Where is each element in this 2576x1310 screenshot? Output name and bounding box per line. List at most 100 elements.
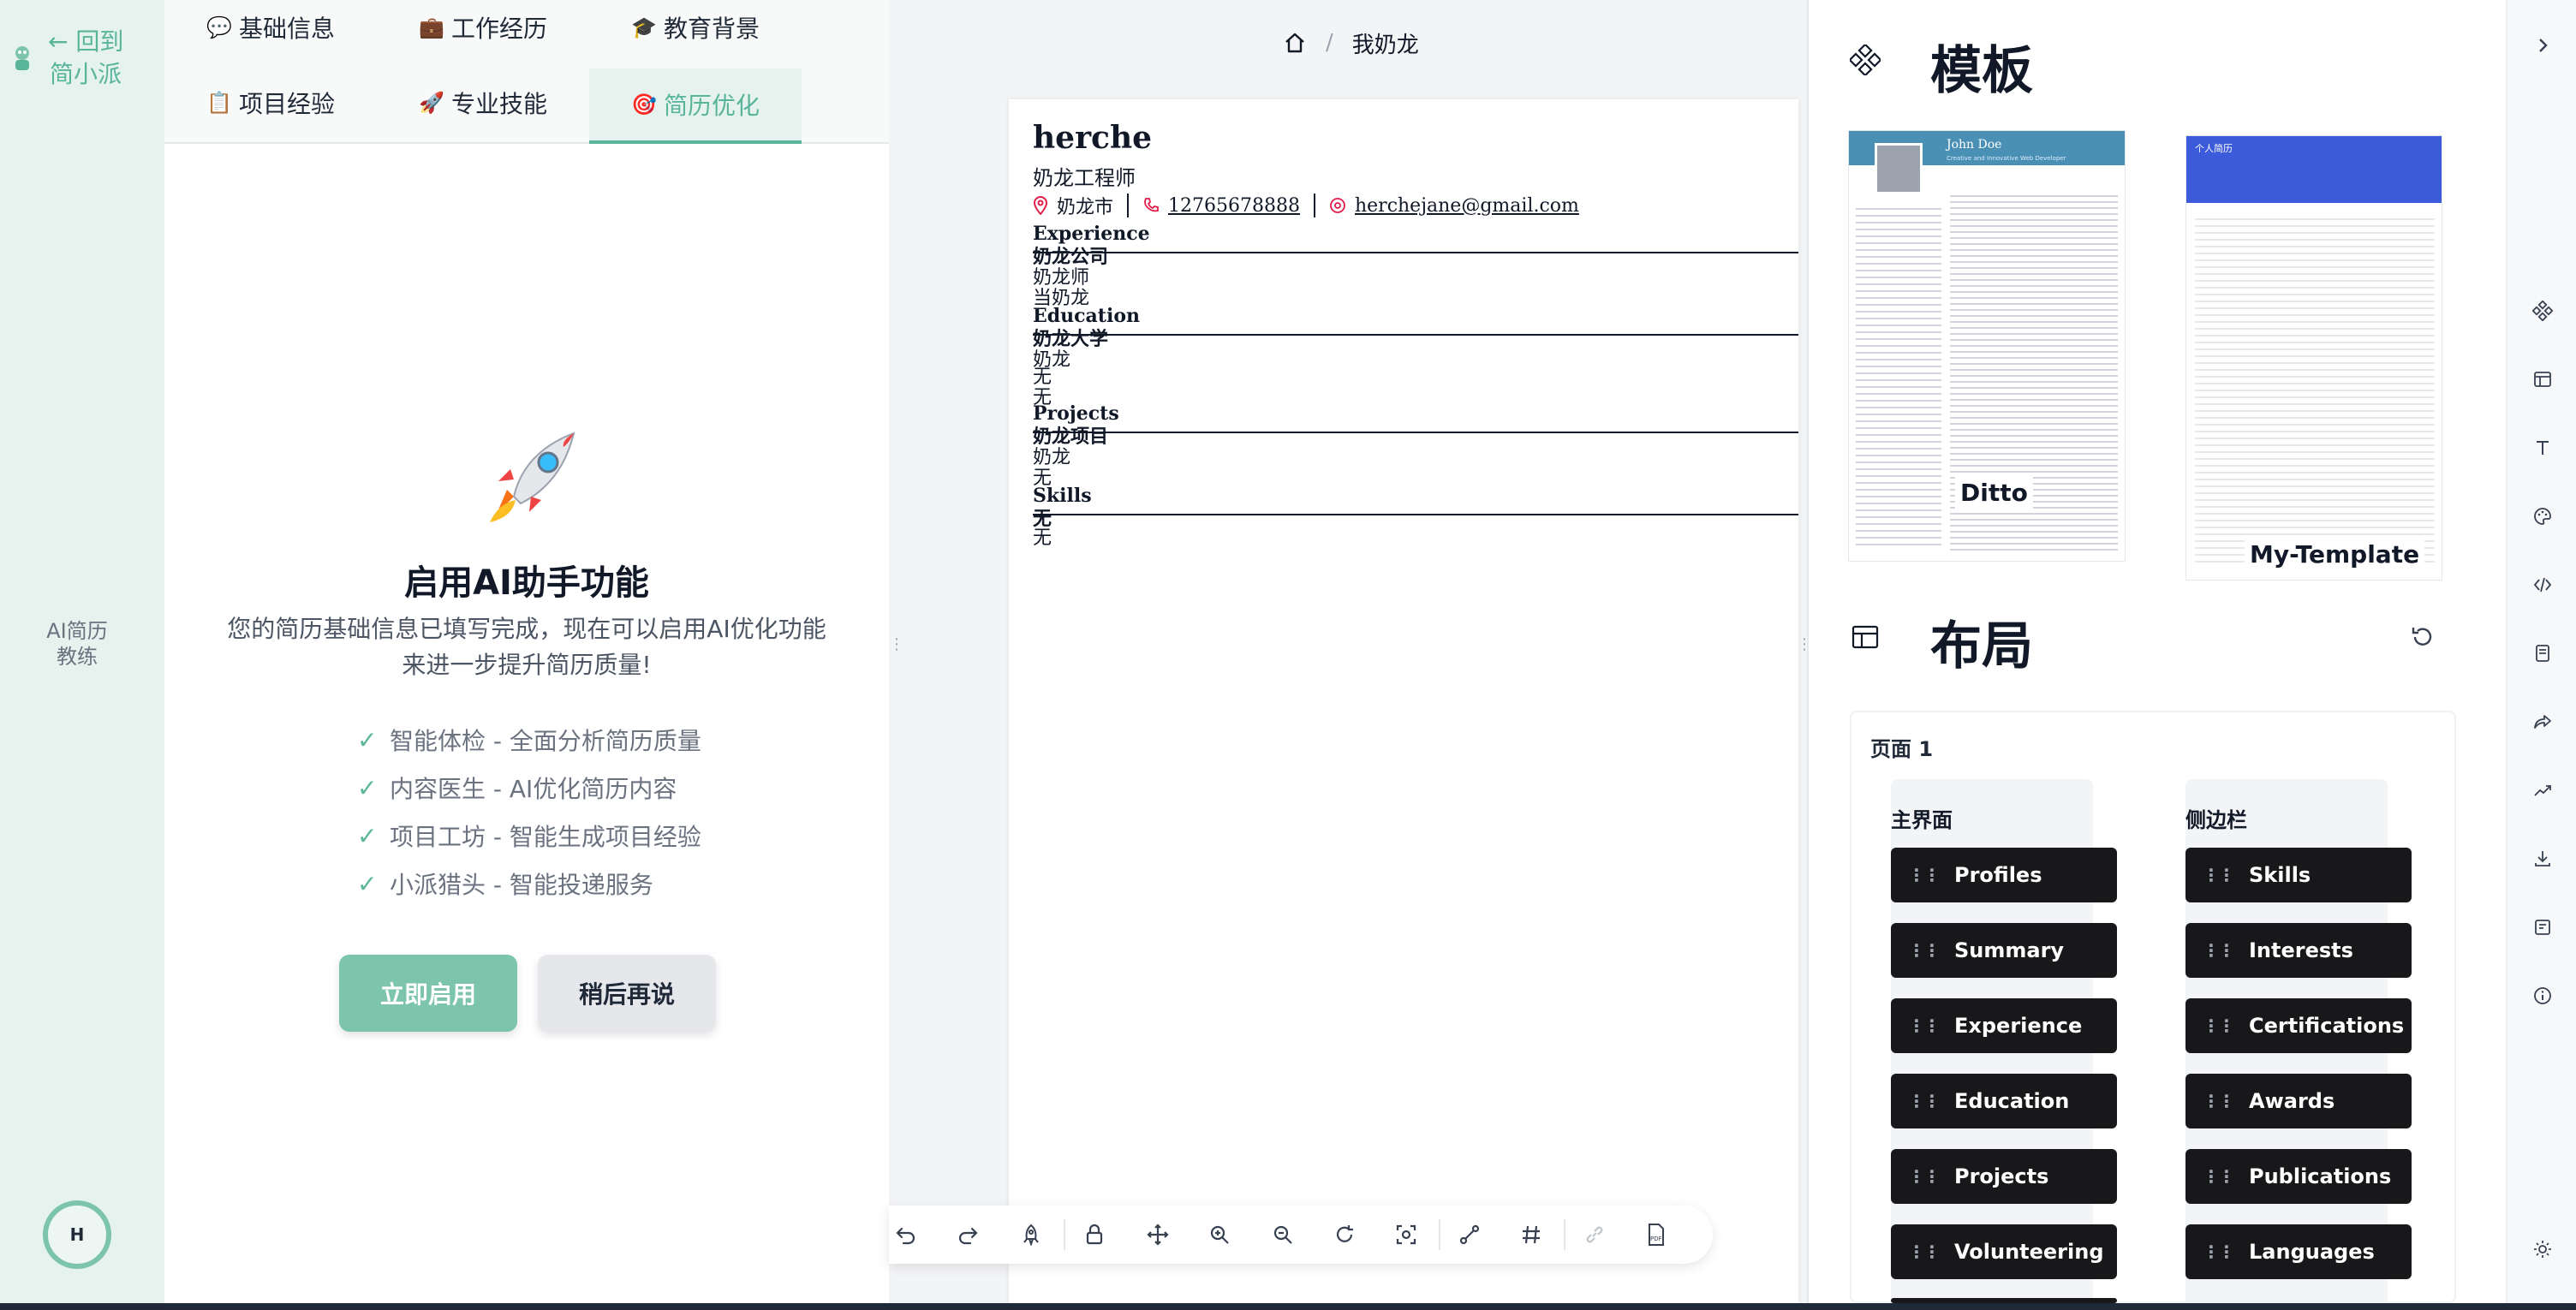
nav-typography-button[interactable] <box>2528 433 2557 462</box>
sun-icon <box>2534 1241 2551 1258</box>
drag-handle-icon: ⋮⋮ <box>2203 1091 2235 1111</box>
resume-email-link[interactable]: herchejane@gmail.com <box>1355 195 1579 217</box>
block-label: Profiles <box>1954 863 2042 887</box>
layout-block-languages[interactable]: ⋮⋮ Languages <box>2185 1224 2412 1279</box>
reset-layout-icon[interactable] <box>2408 623 2436 651</box>
zoom-out-button[interactable] <box>1266 1218 1300 1252</box>
toolbar-divider <box>1439 1219 1440 1250</box>
template-card-ditto[interactable]: John Doe Creative and Innovative Web Dev… <box>1848 130 2126 562</box>
block-label: Volunteering <box>1954 1240 2104 1264</box>
layout-block-experience[interactable]: ⋮⋮ Experience <box>1891 998 2117 1053</box>
left-resize-handle[interactable]: ⋮ <box>889 635 904 654</box>
layout-block-summary[interactable]: ⋮⋮ Summary <box>1891 923 2117 978</box>
export-pdf-button[interactable]: PDF <box>1639 1218 1673 1252</box>
tab-label: 基础信息 <box>238 15 335 43</box>
tab-education[interactable]: 🎓 教育背景 <box>589 0 802 62</box>
nav-notes-button[interactable] <box>2528 639 2557 668</box>
reset-zoom-button[interactable] <box>1327 1218 1362 1252</box>
right-resize-handle[interactable]: ⋮ <box>1797 635 1812 654</box>
feature-text: 项目工坊 - 智能生成项目经验 <box>390 823 701 851</box>
layout-block-certifications[interactable]: ⋮⋮ Certifications <box>2185 998 2412 1053</box>
page-label: 页面 1 <box>1870 737 1934 761</box>
preview-toolbar: PDF <box>889 1206 1713 1264</box>
nav-sharing-button[interactable] <box>2528 707 2557 736</box>
tab-basic-info[interactable]: 💬 基础信息 <box>164 0 377 62</box>
feature-text: 内容医生 - AI优化简历内容 <box>390 775 677 803</box>
ai-card-description: 您的简历基础信息已填写完成，现在可以启用AI优化功能 来进一步提升简历质量! <box>216 611 838 683</box>
list-item: ✓ 小派猎头 - 智能投递服务 <box>357 860 837 908</box>
avatar-initial: H <box>69 1224 85 1245</box>
share-icon <box>2534 715 2551 729</box>
redo-button[interactable] <box>951 1218 985 1252</box>
screenshot-button[interactable] <box>1389 1218 1423 1252</box>
toolbar-divider <box>1564 1219 1565 1250</box>
move-button[interactable] <box>1141 1218 1175 1252</box>
resume-city: 奶龙市 <box>1057 197 1114 218</box>
layout-icon <box>2534 372 2551 387</box>
home-icon[interactable] <box>1283 31 1307 55</box>
layout-block-education[interactable]: ⋮⋮ Education <box>1891 1074 2117 1128</box>
tab-skills[interactable]: 🚀 专业技能 <box>377 68 589 137</box>
block-label: Interests <box>2249 938 2353 962</box>
rocket-tool-button[interactable] <box>1014 1218 1048 1252</box>
nav-templates-button[interactable] <box>2528 296 2557 325</box>
template-label: Ditto <box>1955 475 2033 510</box>
grid-button[interactable] <box>1514 1218 1548 1252</box>
unlink-button[interactable] <box>1577 1218 1612 1252</box>
layout-block-skills[interactable]: ⋮⋮ Skills <box>2185 848 2412 902</box>
at-sign-icon <box>1330 198 1345 213</box>
nav-css-button[interactable] <box>2528 570 2557 599</box>
nav-information-button[interactable] <box>2528 981 2557 1010</box>
user-avatar[interactable]: H <box>43 1200 111 1269</box>
theme-toggle-button[interactable] <box>2528 1235 2557 1264</box>
ai-coach-link[interactable]: AI简历 教练 <box>34 618 120 670</box>
layout-block-interests[interactable]: ⋮⋮ Interests <box>2185 923 2412 978</box>
divider <box>1127 194 1130 217</box>
block-label: Awards <box>2249 1089 2335 1113</box>
tab-projects[interactable]: 📋 项目经验 <box>164 68 377 137</box>
collapse-panel-button[interactable] <box>2528 31 2557 60</box>
drag-handle-icon: ⋮⋮ <box>2203 1166 2235 1187</box>
window-bottom-edge <box>0 1303 2576 1310</box>
block-label: Experience <box>1954 1014 2083 1038</box>
lock-button[interactable] <box>1077 1218 1112 1252</box>
download-icon <box>2535 851 2550 866</box>
layout-icon <box>1852 625 1879 649</box>
layout-block-awards[interactable]: ⋮⋮ Awards <box>2185 1074 2412 1128</box>
breadcrumb: / 我奶龙 <box>1283 26 1419 60</box>
undo-button[interactable] <box>889 1218 923 1252</box>
resume-name: herche <box>1033 120 1153 156</box>
tab-work-experience[interactable]: 💼 工作经历 <box>377 0 589 62</box>
template-card-my-template[interactable]: 个人简历 My-Template <box>2185 135 2442 581</box>
enable-ai-button[interactable]: 立即启用 <box>339 955 517 1032</box>
layout-block-publications[interactable]: ⋮⋮ Publications <box>2185 1149 2412 1204</box>
resume-contact: 奶龙市 12765678888 herchejane@gmail.com <box>1033 192 1579 219</box>
templates-heading: 模板 <box>1930 41 2033 101</box>
connect-button[interactable] <box>1452 1218 1487 1252</box>
later-button[interactable]: 稍后再说 <box>538 955 716 1032</box>
breadcrumb-separator: / <box>1326 30 1333 56</box>
nav-statistics-button[interactable] <box>2528 776 2557 805</box>
rocket-icon <box>490 432 575 522</box>
tab-resume-optimization[interactable]: 🎯 简历优化 <box>589 68 802 144</box>
layout-block-projects[interactable]: ⋮⋮ Projects <box>1891 1149 2117 1204</box>
zoom-in-button[interactable] <box>1202 1218 1237 1252</box>
toolbar-divider <box>1064 1219 1065 1250</box>
location-pin-icon <box>1033 196 1048 215</box>
nav-review-button[interactable] <box>2528 913 2557 942</box>
ai-desc-line1: 您的简历基础信息已填写完成，现在可以启用AI优化功能 <box>227 615 826 643</box>
resume-section-education: Education <box>1033 305 1798 336</box>
nav-layout-button[interactable] <box>2528 365 2557 394</box>
graduation-cap-icon: 🎓 <box>631 15 657 39</box>
nav-export-button[interactable] <box>2528 844 2557 873</box>
nav-theme-button[interactable] <box>2528 502 2557 531</box>
ai-desc-line2: 来进一步提升简历质量! <box>402 651 652 679</box>
rocket-icon: 🚀 <box>419 91 444 115</box>
template-sidebar-lines <box>1856 203 1941 545</box>
resume-section-projects: Projects <box>1033 402 1798 433</box>
back-to-home-link[interactable]: ← 回到 简小派 <box>48 26 151 91</box>
layout-block-profiles[interactable]: ⋮⋮ Profiles <box>1891 848 2117 902</box>
check-icon: ✓ <box>357 821 378 850</box>
layout-block-volunteering[interactable]: ⋮⋮ Volunteering <box>1891 1224 2117 1279</box>
resume-phone-link[interactable]: 12765678888 <box>1168 195 1300 217</box>
